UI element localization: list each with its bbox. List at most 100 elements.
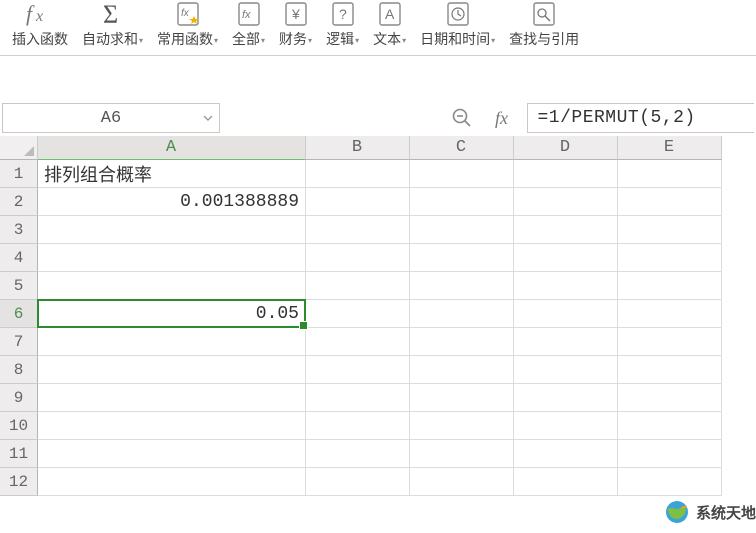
cell-B5[interactable] <box>306 272 410 300</box>
cell-E8[interactable] <box>618 356 722 384</box>
cell-D11[interactable] <box>514 440 618 468</box>
cell-A12[interactable] <box>38 468 306 496</box>
cell-E9[interactable] <box>618 384 722 412</box>
cell-A1[interactable]: 排列组合概率 <box>38 160 306 188</box>
text-a-icon: A <box>374 1 406 27</box>
cell-E12[interactable] <box>618 468 722 496</box>
cell-D1[interactable] <box>514 160 618 188</box>
cell-C10[interactable] <box>410 412 514 440</box>
cell-B3[interactable] <box>306 216 410 244</box>
cell-D7[interactable] <box>514 328 618 356</box>
cell-E3[interactable] <box>618 216 722 244</box>
col-header-E[interactable]: E <box>618 136 722 160</box>
cell-D2[interactable] <box>514 188 618 216</box>
cell-B11[interactable] <box>306 440 410 468</box>
col-header-B[interactable]: B <box>306 136 410 160</box>
row-header-6[interactable]: 6 <box>0 300 38 328</box>
fx-icon: fx <box>495 108 508 129</box>
cell-B4[interactable] <box>306 244 410 272</box>
row-header-3[interactable]: 3 <box>0 216 38 244</box>
cell-E6[interactable] <box>618 300 722 328</box>
cell-B7[interactable] <box>306 328 410 356</box>
cell-E4[interactable] <box>618 244 722 272</box>
ribbon-financial[interactable]: ¥ 财务▾ <box>275 1 316 49</box>
cell-A11[interactable] <box>38 440 306 468</box>
cell-C1[interactable] <box>410 160 514 188</box>
clock-icon <box>442 1 474 27</box>
cell-C5[interactable] <box>410 272 514 300</box>
cell-B1[interactable] <box>306 160 410 188</box>
row-header-1[interactable]: 1 <box>0 160 38 188</box>
ribbon-text[interactable]: A 文本▾ <box>369 1 410 49</box>
select-all-corner[interactable] <box>0 136 38 160</box>
col-header-D[interactable]: D <box>514 136 618 160</box>
cell-E2[interactable] <box>618 188 722 216</box>
col-header-C[interactable]: C <box>410 136 514 160</box>
row-header-2[interactable]: 2 <box>0 188 38 216</box>
row-header-4[interactable]: 4 <box>0 244 38 272</box>
cell-D10[interactable] <box>514 412 618 440</box>
row-header-7[interactable]: 7 <box>0 328 38 356</box>
ribbon-autosum[interactable]: Σ 自动求和▾ <box>78 1 147 49</box>
cell-C12[interactable] <box>410 468 514 496</box>
svg-text:f: f <box>26 1 35 26</box>
ribbon-logical[interactable]: ? 逻辑▾ <box>322 1 363 49</box>
cell-E11[interactable] <box>618 440 722 468</box>
cell-A5[interactable] <box>38 272 306 300</box>
chevron-down-icon: ▾ <box>261 36 265 45</box>
name-box[interactable]: A6 <box>2 103 220 133</box>
cell-A6[interactable]: 0.05 <box>38 300 306 328</box>
cell-B10[interactable] <box>306 412 410 440</box>
cell-C8[interactable] <box>410 356 514 384</box>
cell-A3[interactable] <box>38 216 306 244</box>
ribbon-date-time[interactable]: 日期和时间▾ <box>416 1 499 49</box>
cell-C3[interactable] <box>410 216 514 244</box>
sigma-icon: Σ <box>97 1 129 27</box>
col-header-A[interactable]: A <box>38 136 306 160</box>
cell-E7[interactable] <box>618 328 722 356</box>
cell-A4[interactable] <box>38 244 306 272</box>
cell-A9[interactable] <box>38 384 306 412</box>
cell-C9[interactable] <box>410 384 514 412</box>
cell-B2[interactable] <box>306 188 410 216</box>
cell-C2[interactable] <box>410 188 514 216</box>
spreadsheet-grid: A B C D E 1 排列组合概率 2 0.001388889 3 4 5 6… <box>0 136 756 496</box>
row-header-10[interactable]: 10 <box>0 412 38 440</box>
cell-D3[interactable] <box>514 216 618 244</box>
cell-A8[interactable] <box>38 356 306 384</box>
cell-C7[interactable] <box>410 328 514 356</box>
cell-C4[interactable] <box>410 244 514 272</box>
cell-D5[interactable] <box>514 272 618 300</box>
row-header-11[interactable]: 11 <box>0 440 38 468</box>
cell-C11[interactable] <box>410 440 514 468</box>
row-header-8[interactable]: 8 <box>0 356 38 384</box>
cell-E10[interactable] <box>618 412 722 440</box>
row-header-9[interactable]: 9 <box>0 384 38 412</box>
chevron-down-icon[interactable] <box>199 107 217 129</box>
cell-A2[interactable]: 0.001388889 <box>38 188 306 216</box>
ribbon-insert-function[interactable]: fx 插入函数 <box>8 1 72 49</box>
cell-E5[interactable] <box>618 272 722 300</box>
ribbon-label: 常用函数 <box>157 29 213 49</box>
cell-D8[interactable] <box>514 356 618 384</box>
cell-D6[interactable] <box>514 300 618 328</box>
ribbon-lookup-ref[interactable]: 查找与引用 <box>505 1 583 49</box>
cell-B9[interactable] <box>306 384 410 412</box>
cell-D4[interactable] <box>514 244 618 272</box>
cell-B8[interactable] <box>306 356 410 384</box>
cell-D9[interactable] <box>514 384 618 412</box>
fx-button[interactable]: fx <box>487 104 517 132</box>
zoom-out-icon[interactable] <box>447 104 477 132</box>
row-header-12[interactable]: 12 <box>0 468 38 496</box>
ribbon-frequent[interactable]: fx 常用函数▾ <box>153 1 222 49</box>
cell-A7[interactable] <box>38 328 306 356</box>
ribbon-all[interactable]: fx 全部▾ <box>228 1 269 49</box>
cell-C6[interactable] <box>410 300 514 328</box>
row-header-5[interactable]: 5 <box>0 272 38 300</box>
formula-input[interactable]: =1/PERMUT(5,2) <box>527 103 755 133</box>
cell-B12[interactable] <box>306 468 410 496</box>
cell-B6[interactable] <box>306 300 410 328</box>
cell-E1[interactable] <box>618 160 722 188</box>
cell-D12[interactable] <box>514 468 618 496</box>
cell-A10[interactable] <box>38 412 306 440</box>
